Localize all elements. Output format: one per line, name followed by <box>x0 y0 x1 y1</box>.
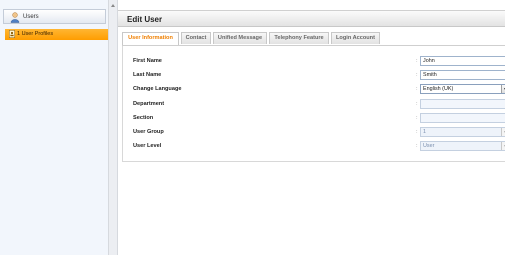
change-language-row: Change Language : English (UK) <box>123 84 505 96</box>
sidebar-item-user-profiles[interactable]: 1 User Profiles <box>5 29 108 40</box>
separator: : <box>416 115 418 121</box>
main-panel: Edit User User Information Contact Unifi… <box>118 0 505 255</box>
tab-strip: User Information Contact Unified Message… <box>122 31 505 46</box>
collapse-arrow-icon[interactable] <box>111 4 115 7</box>
user-profile-icon <box>9 30 15 38</box>
user-level-label: User Level <box>133 143 162 149</box>
separator: : <box>416 129 418 135</box>
last-name-row: Last Name : <box>123 70 505 82</box>
dropdown-button[interactable] <box>501 128 505 136</box>
sidebar-header[interactable]: Users <box>3 9 106 24</box>
separator: : <box>416 86 418 92</box>
user-information-form: First Name : Last Name : Change Language… <box>122 46 505 162</box>
users-icon <box>10 12 20 23</box>
main-header: Edit User <box>118 10 505 27</box>
change-language-select[interactable]: English (UK) <box>420 84 505 94</box>
tab-contact[interactable]: Contact <box>181 32 211 44</box>
user-group-label: User Group <box>133 129 164 135</box>
user-level-select[interactable]: User <box>420 141 505 151</box>
separator: : <box>416 101 418 107</box>
last-name-input[interactable] <box>420 70 505 80</box>
dropdown-button[interactable] <box>501 142 505 150</box>
department-input[interactable] <box>420 99 505 109</box>
tab-login-account[interactable]: Login Account <box>331 32 380 44</box>
panel-splitter[interactable] <box>108 0 118 255</box>
change-language-label: Change Language <box>133 86 182 92</box>
page-title: Edit User <box>127 15 163 24</box>
department-row: Department : <box>123 99 505 111</box>
sidebar: Users 1 User Profiles <box>0 0 108 255</box>
department-label: Department <box>133 101 165 107</box>
user-group-row: User Group : 1 <box>123 127 505 139</box>
first-name-input[interactable] <box>420 56 505 66</box>
separator: : <box>416 58 418 64</box>
first-name-row: First Name : <box>123 56 505 68</box>
change-language-value: English (UK) <box>423 86 454 92</box>
sidebar-item-label: 1 User Profiles <box>17 31 54 37</box>
tab-unified-message[interactable]: Unified Message <box>213 32 267 44</box>
dropdown-button[interactable] <box>501 85 505 93</box>
section-input[interactable] <box>420 113 505 123</box>
user-group-value: 1 <box>423 129 426 135</box>
section-label: Section <box>133 115 154 121</box>
separator: : <box>416 72 418 78</box>
sidebar-title: Users <box>23 14 39 20</box>
section-row: Section : <box>123 113 505 125</box>
user-group-select[interactable]: 1 <box>420 127 505 137</box>
tab-telephony-feature[interactable]: Telephony Feature <box>269 32 329 44</box>
user-level-row: User Level : User <box>123 141 505 153</box>
user-level-value: User <box>423 143 435 149</box>
last-name-label: Last Name <box>133 72 162 78</box>
first-name-label: First Name <box>133 58 162 64</box>
separator: : <box>416 143 418 149</box>
tab-user-information[interactable]: User Information <box>122 32 179 45</box>
